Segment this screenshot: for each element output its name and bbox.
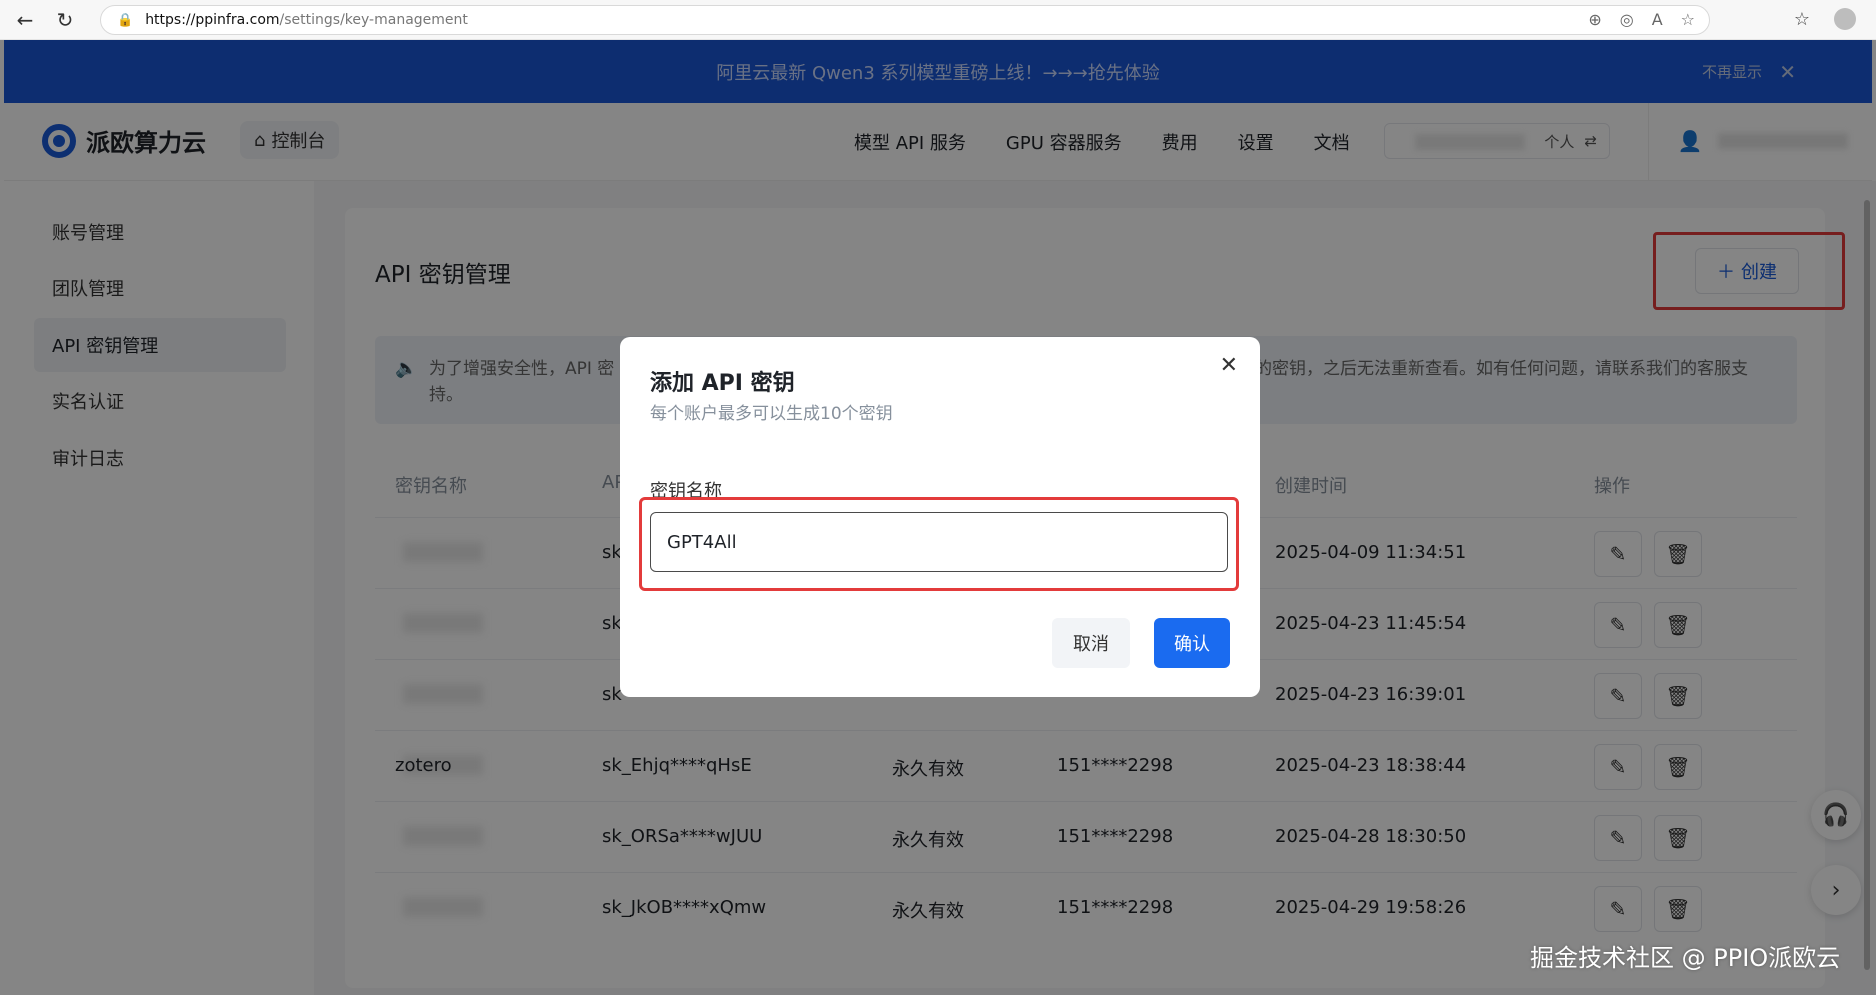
back-icon[interactable]: ← — [10, 5, 40, 35]
watermark-text: 掘金技术社区 @ PPIO派欧云 — [1530, 944, 1841, 972]
add-key-modal: 添加 API 密钥 每个账户最多可以生成10个密钥 ✕ 密钥名称 取消 确认 — [620, 337, 1260, 697]
key-name-input[interactable] — [651, 513, 1227, 571]
url-path: /settings/key-management — [279, 12, 468, 28]
lock-icon: 🔒 — [117, 12, 134, 28]
cancel-button[interactable]: 取消 — [1052, 618, 1130, 668]
url-host: https://ppinfra.com — [145, 12, 280, 28]
browser-toolbar: ← ↻ 🔒 https://ppinfra.com/settings/key-m… — [0, 0, 1876, 40]
read-aloud-icon[interactable]: A — [1652, 10, 1663, 29]
favorites-icon[interactable]: ☆ — [1794, 9, 1810, 30]
profile-avatar[interactable] — [1834, 8, 1856, 30]
close-icon[interactable]: ✕ — [1220, 353, 1238, 378]
zoom-icon[interactable]: ⊕ — [1588, 10, 1601, 29]
favorite-star-icon[interactable]: ☆ — [1681, 10, 1695, 29]
address-bar[interactable]: 🔒 https://ppinfra.com/settings/key-manag… — [100, 5, 1710, 35]
refresh-icon[interactable]: ↻ — [50, 5, 80, 35]
confirm-button[interactable]: 确认 — [1154, 618, 1230, 668]
modal-subtitle: 每个账户最多可以生成10个密钥 — [650, 404, 893, 424]
modal-title: 添加 API 密钥 — [650, 371, 795, 396]
extension-icon[interactable]: ◎ — [1620, 10, 1634, 29]
key-name-field-wrapper — [650, 512, 1228, 572]
